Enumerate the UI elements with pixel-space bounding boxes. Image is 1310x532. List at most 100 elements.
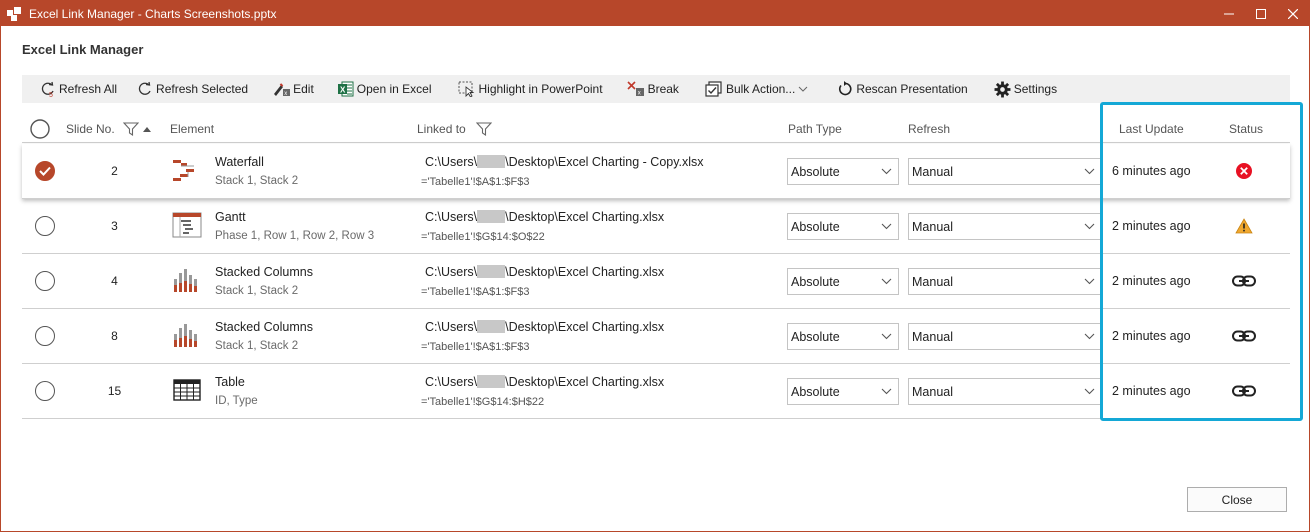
link-icon[interactable]	[1232, 325, 1256, 347]
linked-range: ='Tabelle1'!$A$1:$F$3	[421, 176, 530, 188]
settings-button[interactable]: Settings	[978, 75, 1067, 103]
table-row[interactable]: 8 Stacked Columns Stack 1, Stack 2 C:\Us…	[22, 309, 1290, 364]
table-row[interactable]: 4 Stacked Columns Stack 1, Stack 2 C:\Us…	[22, 254, 1290, 309]
window-title: Excel Link Manager - Charts Screenshots.…	[29, 6, 277, 21]
column-header-refresh[interactable]: Refresh	[908, 122, 950, 136]
rescan-label: Rescan Presentation	[856, 82, 968, 96]
refresh-all-button[interactable]: 5 Refresh All	[22, 75, 127, 103]
path-suffix: \Desktop\Excel Charting.xlsx	[505, 320, 665, 334]
minimize-icon	[1224, 13, 1234, 14]
svg-text:x: x	[637, 91, 640, 97]
path-type-select[interactable]: Absolute	[787, 323, 899, 350]
chevron-down-icon	[1084, 278, 1095, 285]
bulk-actions-dropdown[interactable]: Bulk Action...	[689, 75, 821, 103]
path-type-select[interactable]: Absolute	[787, 268, 899, 295]
rescan-icon	[839, 81, 852, 96]
refresh-mode-value: Manual	[912, 164, 953, 179]
element-name: Table	[215, 375, 245, 389]
linked-file-path: C:\Users\ \Desktop\Excel Charting.xlsx	[425, 265, 664, 279]
path-prefix: C:\Users\	[425, 210, 478, 224]
element-series: Stack 1, Stack 2	[215, 285, 299, 297]
last-update-value: 2 minutes ago	[1112, 219, 1191, 233]
edit-icon: x	[274, 83, 291, 97]
stacked-columns-icon	[172, 267, 202, 293]
refresh-selected-label: Refresh Selected	[156, 82, 249, 96]
column-header-linked-to[interactable]: Linked to	[417, 122, 492, 136]
maximize-icon	[1256, 8, 1266, 19]
break-button[interactable]: x Break	[613, 75, 689, 103]
title-bar: Excel Link Manager - Charts Screenshots.…	[1, 1, 1309, 26]
path-type-value: Absolute	[791, 164, 840, 179]
table-row[interactable]: 3 Gantt Phase 1, Row 1, Row 2, Row 3 C:\…	[22, 199, 1290, 254]
path-type-select[interactable]: Absolute	[787, 158, 899, 185]
highlight-in-powerpoint-button[interactable]: Highlight in PowerPoint	[442, 75, 613, 103]
path-suffix: \Desktop\Excel Charting.xlsx	[505, 265, 665, 279]
filter-icon[interactable]	[475, 122, 492, 136]
row-checkbox[interactable]	[35, 216, 55, 236]
linked-range: ='Tabelle1'!$A$1:$F$3	[421, 341, 530, 353]
gantt-chart-icon	[172, 212, 202, 238]
close-icon	[1288, 8, 1298, 19]
redacted-username	[477, 210, 506, 223]
row-checkbox[interactable]	[35, 381, 55, 401]
column-header-element[interactable]: Element	[170, 122, 214, 136]
chevron-down-icon	[1084, 223, 1095, 230]
highlight-icon	[458, 81, 474, 97]
path-prefix: C:\Users\	[425, 265, 478, 279]
refresh-mode-select[interactable]: Manual	[908, 213, 1102, 240]
slide-number: 4	[111, 274, 118, 288]
path-type-value: Absolute	[791, 274, 840, 289]
link-icon[interactable]	[1232, 380, 1256, 402]
column-header-slide-no[interactable]: Slide No.	[66, 122, 152, 136]
path-type-select[interactable]: Absolute	[787, 378, 899, 405]
refresh-mode-select[interactable]: Manual	[908, 158, 1102, 185]
table-row[interactable]: 2 Waterfall Stack 1, Stack 2 C:\Users\ \D…	[22, 144, 1290, 199]
path-suffix: \Desktop\Excel Charting.xlsx	[505, 210, 665, 224]
chevron-down-icon	[881, 223, 892, 230]
refresh-mode-select[interactable]: Manual	[908, 268, 1102, 295]
linked-range: ='Tabelle1'!$A$1:$F$3	[421, 286, 530, 298]
path-type-select[interactable]: Absolute	[787, 213, 899, 240]
app-icon	[7, 6, 21, 21]
filter-icon[interactable]	[122, 122, 139, 136]
column-header-status[interactable]: Status	[1229, 122, 1263, 136]
column-header-path-type[interactable]: Path Type	[788, 122, 842, 136]
slide-number: 15	[107, 384, 122, 398]
rescan-presentation-button[interactable]: Rescan Presentation	[821, 75, 977, 103]
link-icon[interactable]	[1232, 270, 1256, 292]
close-button[interactable]: Close	[1187, 487, 1287, 512]
element-series: Stack 1, Stack 2	[215, 340, 299, 352]
row-checkbox[interactable]	[35, 271, 55, 291]
redacted-username	[477, 375, 506, 388]
row-checkbox[interactable]	[35, 161, 55, 181]
slide-number: 2	[111, 164, 118, 178]
sort-ascending-icon[interactable]	[142, 125, 152, 133]
break-link-icon: x	[627, 81, 644, 97]
refresh-selected-button[interactable]: Refresh Selected	[127, 75, 258, 103]
row-checkbox[interactable]	[35, 326, 55, 346]
linked-file-path: C:\Users\ \Desktop\Excel Charting - Copy.…	[425, 155, 704, 169]
svg-text:5: 5	[49, 92, 53, 97]
edit-button[interactable]: x Edit	[258, 75, 324, 103]
open-in-excel-button[interactable]: X Open in Excel	[324, 75, 442, 103]
table-row[interactable]: 15 Table ID, Type C:\Users\ \Desktop\Exce…	[22, 364, 1290, 419]
refresh-mode-select[interactable]: Manual	[908, 378, 1102, 405]
error-icon[interactable]	[1232, 160, 1256, 182]
last-update-value: 2 minutes ago	[1112, 329, 1191, 343]
warning-icon[interactable]	[1232, 215, 1256, 237]
column-header-last-update[interactable]: Last Update	[1119, 122, 1184, 136]
path-suffix: \Desktop\Excel Charting.xlsx	[505, 375, 665, 389]
maximize-button[interactable]	[1245, 1, 1277, 26]
element-series: ID, Type	[215, 395, 258, 407]
refresh-all-icon: 5	[41, 81, 54, 97]
path-type-value: Absolute	[791, 329, 840, 344]
linked-file-path: C:\Users\ \Desktop\Excel Charting.xlsx	[425, 375, 664, 389]
highlight-label: Highlight in PowerPoint	[478, 82, 603, 96]
select-all-checkbox[interactable]	[30, 119, 50, 139]
toolbar: 5 Refresh All Refresh Selected x Edit X …	[22, 75, 1290, 103]
stacked-columns-icon	[172, 322, 202, 348]
close-window-button[interactable]	[1277, 1, 1309, 26]
refresh-mode-value: Manual	[912, 329, 953, 344]
minimize-button[interactable]	[1213, 1, 1245, 26]
refresh-mode-select[interactable]: Manual	[908, 323, 1102, 350]
